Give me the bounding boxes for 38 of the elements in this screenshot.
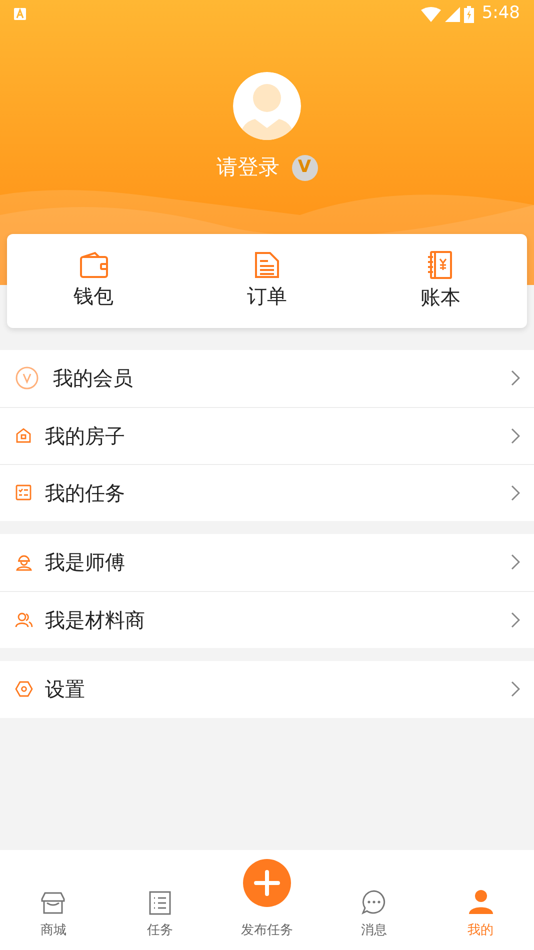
house-icon (15, 427, 32, 444)
publish-tab[interactable]: 发布任务 (214, 858, 320, 940)
menu-item[interactable]: 我的任务 (0, 464, 534, 520)
wallet-icon (78, 250, 109, 278)
notification-icon (14, 8, 26, 20)
chevron-icon (511, 612, 520, 628)
signal-icon (444, 6, 460, 22)
people-icon (15, 612, 33, 628)
nav-tab[interactable]: 商城 (0, 890, 107, 940)
menu-item[interactable]: 我的房子 (0, 406, 534, 464)
chat-icon (360, 888, 387, 914)
store-icon (40, 890, 66, 914)
menu-item[interactable]: 我的会员 (0, 350, 534, 406)
menu-item[interactable]: 我是师傅 (0, 534, 534, 590)
menu-item[interactable]: 我是材料商 (0, 590, 534, 648)
document-icon (254, 250, 280, 278)
wifi-icon (420, 6, 441, 22)
chevron-icon (511, 370, 520, 386)
checklist-icon (15, 484, 32, 501)
list-icon (149, 890, 172, 914)
avatar-icon[interactable] (233, 72, 301, 140)
plus-icon (242, 858, 291, 906)
worker-icon (15, 554, 33, 570)
ledger-icon (427, 250, 454, 280)
settings-icon (15, 680, 33, 698)
nav-tab[interactable]: 消息 (320, 888, 428, 940)
nav-tab[interactable]: 任务 (106, 890, 214, 940)
shortcut-button[interactable]: 账本 (354, 250, 527, 312)
status-time: 5:48 (482, 2, 520, 26)
chevron-icon (511, 554, 520, 570)
person-icon (468, 888, 494, 914)
shortcut-button[interactable]: 钱包 (7, 250, 180, 310)
vip-icon (15, 366, 39, 390)
chevron-icon (511, 428, 520, 444)
chevron-icon (511, 681, 520, 697)
chevron-icon (511, 484, 520, 500)
menu-item[interactable]: 设置 (0, 660, 534, 718)
shortcut-button[interactable]: 订单 (180, 250, 354, 310)
